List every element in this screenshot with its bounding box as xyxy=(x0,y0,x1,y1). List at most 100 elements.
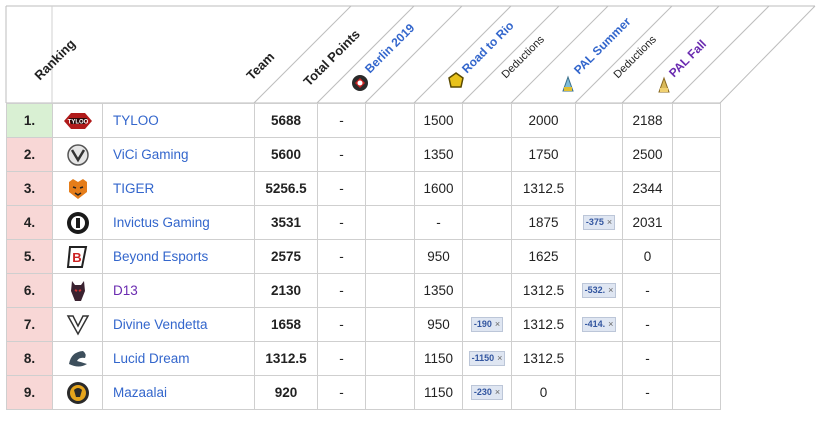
berlin-cell: - xyxy=(317,205,366,240)
table-row: 4. Invictus Gaming 3531- -1875 -375 × 2031 xyxy=(6,205,721,240)
team-logo-cell xyxy=(52,307,103,342)
spacer-cell xyxy=(672,137,721,172)
spacer-cell xyxy=(365,239,415,274)
pal-summer-cell: 1312.5 xyxy=(511,341,576,376)
deduction-badge[interactable]: -230 × xyxy=(470,385,504,401)
mazaalai-logo-icon xyxy=(66,381,89,404)
dismiss-icon[interactable]: × xyxy=(607,217,612,227)
spacer-cell xyxy=(365,205,415,240)
table-row: 9. Mazaalai 920-1150 -230 × 0- xyxy=(6,375,721,410)
pal-fall-cell: 2500 xyxy=(622,137,673,172)
lucid-dream-logo-icon xyxy=(68,350,87,366)
total-points-cell: 5688 xyxy=(254,103,318,138)
table-row: 1. TYLOO TYLOO 5688-1500 2000 2188 xyxy=(6,103,721,138)
pal-fall-cell: - xyxy=(622,341,673,376)
pal-fall-cell: 2188 xyxy=(622,103,673,138)
rank-cell: 7. xyxy=(6,307,53,342)
berlin-2019-icon[interactable] xyxy=(351,74,369,92)
road-to-rio-cell: - xyxy=(414,205,463,240)
pal-summer-cell: 2000 xyxy=(511,103,576,138)
road-to-rio-cell: 1150 xyxy=(414,341,463,376)
spacer-cell xyxy=(365,307,415,342)
table-row: 5. B Beyond Esports 2575- 950 1625 0 xyxy=(6,239,721,274)
invictus-gaming-logo-icon xyxy=(66,211,89,234)
rio-deduction-cell xyxy=(462,239,512,274)
summer-deduction-cell xyxy=(575,171,623,206)
dismiss-icon[interactable]: × xyxy=(495,319,500,329)
deduction-badge[interactable]: -532. × xyxy=(581,283,617,299)
team-logo-cell xyxy=(52,137,103,172)
rio-deduction-cell: -190 × xyxy=(462,307,512,342)
road-to-rio-cell: 1500 xyxy=(414,103,463,138)
road-to-rio-cell: 950 xyxy=(414,239,463,274)
svg-text:TYLOO: TYLOO xyxy=(67,119,88,125)
team-link[interactable]: Mazaalai xyxy=(102,375,255,410)
table-row: 8. Lucid Dream 1312.5-1150 -1150 × 1312.5- xyxy=(6,341,721,376)
pal-summer-cell: 1750 xyxy=(511,137,576,172)
d13-logo-icon xyxy=(70,280,85,301)
spacer-cell xyxy=(365,375,415,410)
berlin-cell: - xyxy=(317,375,366,410)
table-row: 7. Divine Vendetta 1658-950 -190 × 1312.5 -414… xyxy=(6,307,721,342)
pal-summer-cell: 1312.5 xyxy=(511,171,576,206)
deduction-badge[interactable]: -414. × xyxy=(581,317,617,333)
team-link[interactable]: D13 xyxy=(102,273,255,308)
rank-cell: 8. xyxy=(6,341,53,376)
tyloo-logo-icon: TYLOO xyxy=(63,112,92,129)
rank-cell: 6. xyxy=(6,273,53,308)
spacer-cell xyxy=(365,103,415,138)
deduction-badge[interactable]: -375 × xyxy=(582,215,616,231)
deduction-badge[interactable]: -1150 × xyxy=(468,351,506,367)
rank-cell: 4. xyxy=(6,205,53,240)
spacer-cell xyxy=(672,341,721,376)
road-to-rio-cell: 1350 xyxy=(414,273,463,308)
pal-summer-cell: 1312.5 xyxy=(511,307,576,342)
dismiss-icon[interactable]: × xyxy=(497,353,502,363)
dismiss-icon[interactable]: × xyxy=(608,319,613,329)
tiger-logo-icon xyxy=(68,178,87,199)
berlin-cell: - xyxy=(317,137,366,172)
spacer-cell xyxy=(365,341,415,376)
deduction-badge[interactable]: -190 × xyxy=(470,317,504,333)
pal-summer-cell: 0 xyxy=(511,375,576,410)
total-points-cell: 1312.5 xyxy=(254,341,318,376)
rank-cell: 9. xyxy=(6,375,53,410)
dismiss-icon[interactable]: × xyxy=(495,387,500,397)
total-points-cell: 5256.5 xyxy=(254,171,318,206)
team-link[interactable]: Lucid Dream xyxy=(102,341,255,376)
rio-deduction-cell xyxy=(462,103,512,138)
team-link[interactable]: TYLOO xyxy=(102,103,255,138)
pal-summer-icon[interactable] xyxy=(559,75,577,93)
road-to-rio-cell: 1600 xyxy=(414,171,463,206)
rank-cell: 3. xyxy=(6,171,53,206)
dismiss-icon[interactable]: × xyxy=(608,285,613,295)
team-link[interactable]: Divine Vendetta xyxy=(102,307,255,342)
pal-fall-icon[interactable] xyxy=(655,76,673,94)
divine-vendetta-logo-icon xyxy=(66,314,89,336)
team-link[interactable]: ViCi Gaming xyxy=(102,137,255,172)
team-logo-cell xyxy=(52,171,103,206)
berlin-cell: - xyxy=(317,103,366,138)
standings-widget: Ranking Team Total Points Berlin 2019 Ro… xyxy=(0,0,825,429)
spacer-cell xyxy=(365,137,415,172)
road-to-rio-cell: 1350 xyxy=(414,137,463,172)
road-to-rio-icon[interactable] xyxy=(447,72,465,90)
berlin-cell: - xyxy=(317,171,366,206)
team-link[interactable]: TIGER xyxy=(102,171,255,206)
rank-cell: 5. xyxy=(6,239,53,274)
rio-deduction-cell xyxy=(462,273,512,308)
standings-table: 1. TYLOO TYLOO 5688-1500 2000 2188 2. ViCi Gami… xyxy=(6,103,721,410)
pal-fall-cell: 2344 xyxy=(622,171,673,206)
team-link[interactable]: Invictus Gaming xyxy=(102,205,255,240)
total-points-cell: 920 xyxy=(254,375,318,410)
team-link[interactable]: Beyond Esports xyxy=(102,239,255,274)
svg-text:B: B xyxy=(72,250,81,265)
team-logo-cell xyxy=(52,205,103,240)
summer-deduction-cell: -414. × xyxy=(575,307,623,342)
beyond-esports-logo-icon: B xyxy=(66,245,87,268)
spacer-cell xyxy=(365,273,415,308)
summer-deduction-cell xyxy=(575,375,623,410)
rio-deduction-cell xyxy=(462,137,512,172)
rank-cell: 2. xyxy=(6,137,53,172)
berlin-cell: - xyxy=(317,341,366,376)
